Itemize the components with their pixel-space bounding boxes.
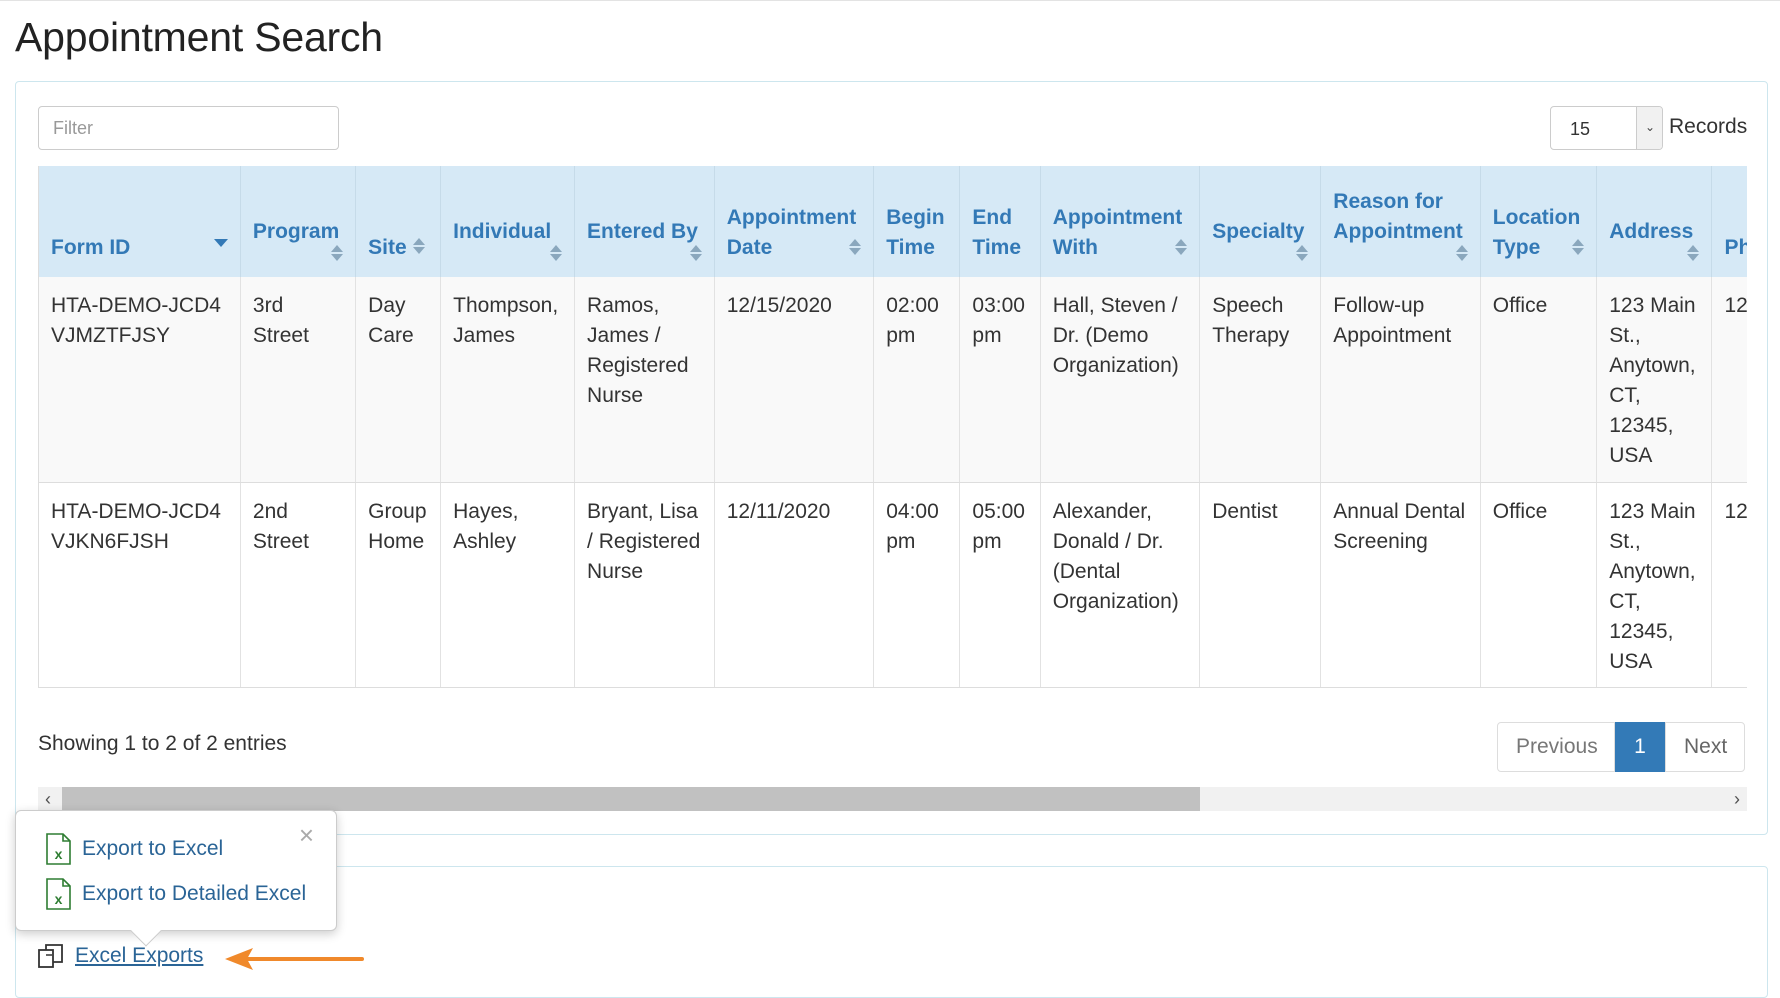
records-per-page-value: 15 <box>1570 119 1591 139</box>
chevron-down-icon[interactable]: ⌄ <box>1636 107 1662 149</box>
top-divider <box>0 0 1780 1</box>
cell-appointment-with: Alexander, Donald / Dr. (Dental Organiza… <box>1040 482 1201 688</box>
column-header-specialty[interactable]: Specialty <box>1199 166 1322 277</box>
sort-icon <box>1175 239 1188 255</box>
column-header-site[interactable]: Site <box>355 166 442 277</box>
cell-end-time: 05:00 pm <box>959 482 1041 688</box>
cell-appointment-date: 12/11/2020 <box>714 482 875 688</box>
table-header-row: Form ID Program Site Individual Entered … <box>39 166 1747 277</box>
scroll-right-icon[interactable]: › <box>1734 789 1740 810</box>
sort-icon <box>849 239 862 255</box>
previous-page-button[interactable]: Previous <box>1497 722 1615 772</box>
column-header-location-type[interactable]: Location Type <box>1480 166 1598 277</box>
column-header-individual[interactable]: Individual <box>440 166 576 277</box>
sort-icon <box>1687 245 1700 261</box>
column-header-begin-time[interactable]: Begin Time <box>873 166 961 277</box>
excel-exports-link[interactable]: Excel Exports <box>75 944 203 968</box>
excel-file-icon: x <box>46 878 71 910</box>
column-header-address[interactable]: Address <box>1596 166 1713 277</box>
column-header-appointment-with[interactable]: Appointment With <box>1040 166 1201 277</box>
cell-form-id: HTA-DEMO-JCD4VJKN6FJSH <box>39 482 241 688</box>
column-header-program[interactable]: Program <box>240 166 357 277</box>
cell-program: 3rd Street <box>240 277 357 483</box>
filter-input[interactable] <box>38 106 339 150</box>
column-header-reason[interactable]: Reason for Appointment <box>1320 166 1481 277</box>
cell-end-time: 03:00 pm <box>959 277 1041 483</box>
records-label: Records <box>1669 115 1748 138</box>
export-to-detailed-excel-item[interactable]: x Export to Detailed Excel <box>44 878 306 910</box>
excel-exports-toggle[interactable]: Excel Exports <box>37 942 203 970</box>
cell-individual: Hayes, Ashley <box>440 482 576 688</box>
entries-info: Showing 1 to 2 of 2 entries <box>38 732 287 755</box>
column-header-end-time[interactable]: End Time <box>959 166 1041 277</box>
cell-address: 123 Main St., Anytown, CT, 12345, USA <box>1596 277 1713 483</box>
cell-phone: 123-45 <box>1711 277 1747 483</box>
cell-program: 2nd Street <box>240 482 357 688</box>
close-icon[interactable]: × <box>299 822 314 848</box>
sort-desc-icon <box>213 239 228 247</box>
records-per-page-select[interactable]: 15 ⌄ <box>1550 106 1663 150</box>
export-to-excel-item[interactable]: x Export to Excel <box>44 833 223 865</box>
table-row[interactable]: HTA-DEMO-JCD4VJKN6FJSH 2nd Street Group … <box>39 482 1747 688</box>
cell-begin-time: 04:00 pm <box>873 482 961 688</box>
orange-arrow-annotation <box>225 948 364 970</box>
table-row[interactable]: HTA-DEMO-JCD4VJMZTFJSY 3rd Street Day Ca… <box>39 277 1747 483</box>
cell-site: Group Home <box>355 482 442 688</box>
scrollbar-thumb[interactable] <box>62 787 1200 811</box>
sort-icon <box>1296 245 1309 261</box>
svg-text:x: x <box>55 846 63 862</box>
sort-icon <box>689 245 702 261</box>
cell-entered-by: Ramos, James / Registered Nurse <box>574 277 715 483</box>
column-header-entered-by[interactable]: Entered By <box>574 166 715 277</box>
horizontal-scrollbar[interactable]: ‹ › <box>38 787 1747 811</box>
cell-reason: Follow-up Appointment <box>1320 277 1481 483</box>
column-header-form-id[interactable]: Form ID <box>39 166 241 277</box>
svg-text:x: x <box>55 891 63 907</box>
cell-appointment-with: Hall, Steven / Dr. (Demo Organization) <box>1040 277 1201 483</box>
excel-export-popover: × x Export to Excel x Export to Detailed… <box>15 810 337 947</box>
sort-icon <box>331 245 344 261</box>
excel-file-icon: x <box>46 833 71 865</box>
cell-phone: 123-45 <box>1711 482 1747 688</box>
page-title: Appointment Search <box>15 14 383 60</box>
appointments-table-container: Form ID Program Site Individual Entered … <box>38 166 1747 688</box>
column-header-phone[interactable]: Phone <box>1711 166 1747 277</box>
page-1-button[interactable]: 1 <box>1615 722 1665 772</box>
export-to-detailed-excel-link[interactable]: Export to Detailed Excel <box>82 882 306 906</box>
sort-icon <box>412 238 425 255</box>
appointments-table: Form ID Program Site Individual Entered … <box>39 166 1747 688</box>
cell-begin-time: 02:00 pm <box>873 277 961 483</box>
cell-site: Day Care <box>355 277 442 483</box>
cell-location-type: Office <box>1480 277 1598 483</box>
cell-address: 123 Main St., Anytown, CT, 12345, USA <box>1596 482 1713 688</box>
copy-icon <box>38 944 63 968</box>
cell-location-type: Office <box>1480 482 1598 688</box>
cell-individual: Thompson, James <box>440 277 576 483</box>
next-page-button[interactable]: Next <box>1665 722 1745 772</box>
cell-form-id: HTA-DEMO-JCD4VJMZTFJSY <box>39 277 241 483</box>
cell-entered-by: Bryant, Lisa / Registered Nurse <box>574 482 715 688</box>
sort-icon <box>1455 245 1468 261</box>
pagination: Previous 1 Next <box>1497 722 1745 772</box>
sort-icon <box>550 245 563 261</box>
cell-specialty: Dentist <box>1199 482 1322 688</box>
export-to-excel-link[interactable]: Export to Excel <box>82 837 223 861</box>
sort-icon <box>1572 239 1585 255</box>
scroll-left-icon[interactable]: ‹ <box>45 789 51 810</box>
cell-reason: Annual Dental Screening <box>1320 482 1481 688</box>
cell-appointment-date: 12/15/2020 <box>714 277 875 483</box>
column-header-appointment-date[interactable]: Appointment Date <box>714 166 875 277</box>
cell-specialty: Speech Therapy <box>1199 277 1322 483</box>
